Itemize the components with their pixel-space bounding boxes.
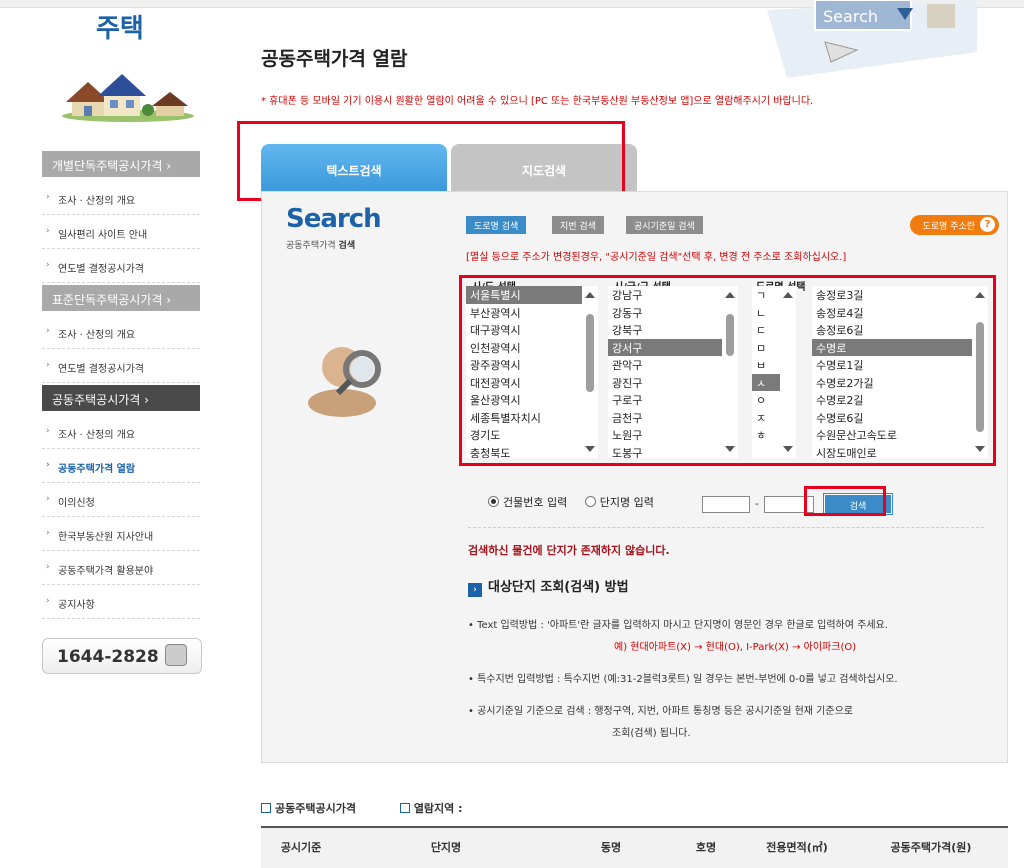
sidebar-item-label: 조사 · 산정의 개요 bbox=[58, 196, 136, 207]
sidebar-item[interactable]: › 이의신청 bbox=[42, 483, 200, 517]
lists-highlight-box bbox=[459, 275, 996, 466]
method-title: 대상단지 조회(검색) 방법 bbox=[488, 580, 629, 595]
bullet-arrow-icon: › bbox=[46, 562, 50, 572]
sidebar-section-head[interactable]: 공동주택공시가격 › bbox=[42, 385, 200, 411]
sidebar-item[interactable]: › 연도별 결정공시가격 bbox=[42, 249, 200, 283]
tabs-highlight-box bbox=[237, 121, 625, 201]
sidebar-item[interactable]: › 일사편리 사이트 안내 bbox=[42, 215, 200, 249]
sidebar-item-label: 조사 · 산정의 개요 bbox=[58, 330, 136, 341]
apartment-price-label: 공동주택공시가격 bbox=[275, 802, 356, 815]
search-sub-a: 공동주택가격 bbox=[286, 241, 339, 251]
bullet-arrow-icon: › bbox=[46, 494, 50, 504]
bullet-arrow-icon: › bbox=[46, 260, 50, 270]
search-subheading: 공동주택가격 검색 bbox=[286, 238, 355, 251]
sidebar-item-label: 공동주택가격 활용분야 bbox=[58, 566, 154, 577]
search-sub-b: 검색 bbox=[338, 241, 356, 251]
base-date-search-button[interactable]: 공시기준일 검색 bbox=[626, 216, 703, 234]
input-type-radios: 건물번호 입력 단지명 입력 bbox=[488, 494, 654, 510]
lot-number-search-button[interactable]: 지번 검색 bbox=[552, 216, 604, 234]
radio-checked-icon bbox=[488, 496, 499, 507]
sidebar-item-label: 연도별 결정공시가격 bbox=[58, 364, 144, 375]
search-panel: Search 공동주택가격 검색 도로명 검색 지번 검색 공시기준일 검색 도… bbox=[261, 191, 1008, 763]
complex-name-label: 단지명 입력 bbox=[599, 496, 654, 509]
col-price: 공동주택가격(원) bbox=[890, 841, 972, 854]
col-complex-name: 단지명 bbox=[430, 841, 462, 854]
radio-unchecked-icon bbox=[584, 496, 596, 507]
bullet-arrow-icon: › bbox=[46, 226, 50, 236]
bullet-arrow-icon: › bbox=[46, 192, 50, 202]
sidebar-item[interactable]: › 공동주택가격 활용분야 bbox=[42, 551, 200, 585]
divider bbox=[468, 527, 984, 528]
sidebar-item-label: 공동주택가격 열람 bbox=[58, 464, 136, 475]
result-table-header: 공시기준 단지명 동명 호명 전용면적(㎡) 공동주택가격(원) bbox=[261, 826, 1008, 868]
base-date-desc: • 공시기준일 기준으로 검색 : 행정구역, 지번, 아파트 통칭명 등은 공… bbox=[468, 706, 853, 717]
sidebar-item-label: 조사 · 산정의 개요 bbox=[58, 430, 136, 441]
sidebar-section-head[interactable]: 개별단독주택공시가격 › bbox=[42, 151, 200, 177]
text-input-desc: • Text 입력방법 : '아파트'란 글자를 입력하지 마시고 단지명이 영… bbox=[468, 620, 888, 631]
road-address-help-button[interactable]: 도로명 주소란? bbox=[910, 215, 999, 235]
link-box-icon bbox=[261, 803, 271, 813]
sidebar-section-head[interactable]: 표준단독주택공시가격 › bbox=[42, 285, 200, 311]
main-content: Search 공동주택가격 열람 * 휴대폰 등 모바일 기기 이용시 원활한 … bbox=[215, 0, 1024, 868]
sidebar-item-label: 일사편리 사이트 안내 bbox=[58, 230, 148, 241]
bullet-arrow-icon: › bbox=[46, 528, 50, 538]
road-address-label: 도로명 주소란 bbox=[922, 222, 975, 232]
sidebar-item[interactable]: › 공동주택가격 열람 bbox=[42, 449, 200, 483]
result-links: 공동주택공시가격 열람지역 : bbox=[261, 800, 503, 816]
sidebar-item-label: 연도별 결정공시가격 bbox=[58, 264, 144, 275]
number-separator: - bbox=[755, 497, 759, 510]
sidebar-item-label: 이의신청 bbox=[58, 498, 95, 509]
phone-number-box: 1644-2828 bbox=[42, 638, 202, 674]
apartment-price-link[interactable]: 공동주택공시가격 bbox=[261, 802, 376, 815]
phone-number: 1644-2828 bbox=[57, 647, 159, 667]
help-icon: ? bbox=[980, 217, 995, 232]
col-area: 전용면적(㎡) bbox=[766, 841, 828, 854]
col-building: 동명 bbox=[600, 841, 622, 854]
building-number-radio[interactable]: 건물번호 입력 bbox=[488, 496, 567, 509]
arrow-right-icon: › bbox=[468, 583, 482, 597]
sidebar-item[interactable]: › 공지사항 bbox=[42, 585, 200, 619]
person-search-icon bbox=[308, 347, 381, 417]
search-heading: Search bbox=[286, 204, 382, 234]
sidebar-title: 주택 bbox=[96, 14, 144, 44]
search-banner-illustration: Search bbox=[767, 0, 977, 78]
base-date-desc-2: 조회(검색) 됩니다. bbox=[612, 728, 691, 739]
sidebar-item-label: 한국부동산원 지사안내 bbox=[58, 532, 154, 543]
search-button-highlight-box bbox=[804, 486, 886, 516]
sidebar-item[interactable]: › 조사 · 산정의 개요 bbox=[42, 415, 200, 449]
building-number-label: 건물번호 입력 bbox=[503, 496, 568, 509]
sidebar-item[interactable]: › 조사 · 산정의 개요 bbox=[42, 315, 200, 349]
bullet-arrow-icon: › bbox=[46, 326, 50, 336]
view-region-label: 열람지역 : bbox=[413, 802, 463, 815]
telephone-icon bbox=[165, 644, 187, 666]
method-heading: › 대상단지 조회(검색) 방법 bbox=[468, 576, 629, 597]
page-title: 공동주택가격 열람 bbox=[261, 48, 408, 70]
col-unit: 호명 bbox=[695, 841, 717, 854]
col-base-date: 공시기준 bbox=[280, 841, 322, 854]
houses-illustration-icon bbox=[62, 74, 194, 122]
sidebar-item-label: 공지사항 bbox=[58, 600, 95, 611]
sidebar-item[interactable]: › 연도별 결정공시가격 bbox=[42, 349, 200, 383]
sidebar: 주택 개별단독주택공시가격 › › 조사 · 산정의 개요 › 일사편리 사이트 안내 ›… bbox=[0, 0, 215, 868]
sidebar-item[interactable]: › 한국부동산원 지사안내 bbox=[42, 517, 200, 551]
bullet-arrow-icon: › bbox=[46, 360, 50, 370]
address-change-hint: [멸실 등으로 주소가 변경된경우, "공시기준일 검색"선택 후, 변경 전 … bbox=[466, 252, 847, 263]
special-lot-desc: • 특수지번 입력방법 : 특수지번 (예:31-2블럭3롯트) 일 경우는 본… bbox=[468, 674, 898, 685]
road-name-search-button[interactable]: 도로명 검색 bbox=[466, 216, 527, 234]
bullet-arrow-icon: › bbox=[46, 596, 50, 606]
link-box-icon bbox=[399, 803, 410, 813]
no-result-message: 검색하신 물건에 단지가 존재하지 않습니다. bbox=[468, 544, 670, 557]
mobile-notice: * 휴대폰 등 모바일 기기 이용시 원활한 열람이 어려울 수 있으니 [PC… bbox=[261, 96, 814, 107]
sidebar-item[interactable]: › 조사 · 산정의 개요 bbox=[42, 181, 200, 215]
banner-search-text: Search bbox=[823, 7, 878, 26]
main-number-input[interactable] bbox=[702, 496, 750, 513]
view-region-link[interactable]: 열람지역 : bbox=[399, 802, 483, 815]
text-input-example: 예) 현대아파트(X) → 현대(O), I-Park(X) → 아이파크(O) bbox=[614, 642, 857, 653]
complex-name-radio[interactable]: 단지명 입력 bbox=[584, 496, 654, 509]
bullet-arrow-icon: › bbox=[46, 460, 50, 470]
bullet-arrow-icon: › bbox=[46, 426, 50, 436]
